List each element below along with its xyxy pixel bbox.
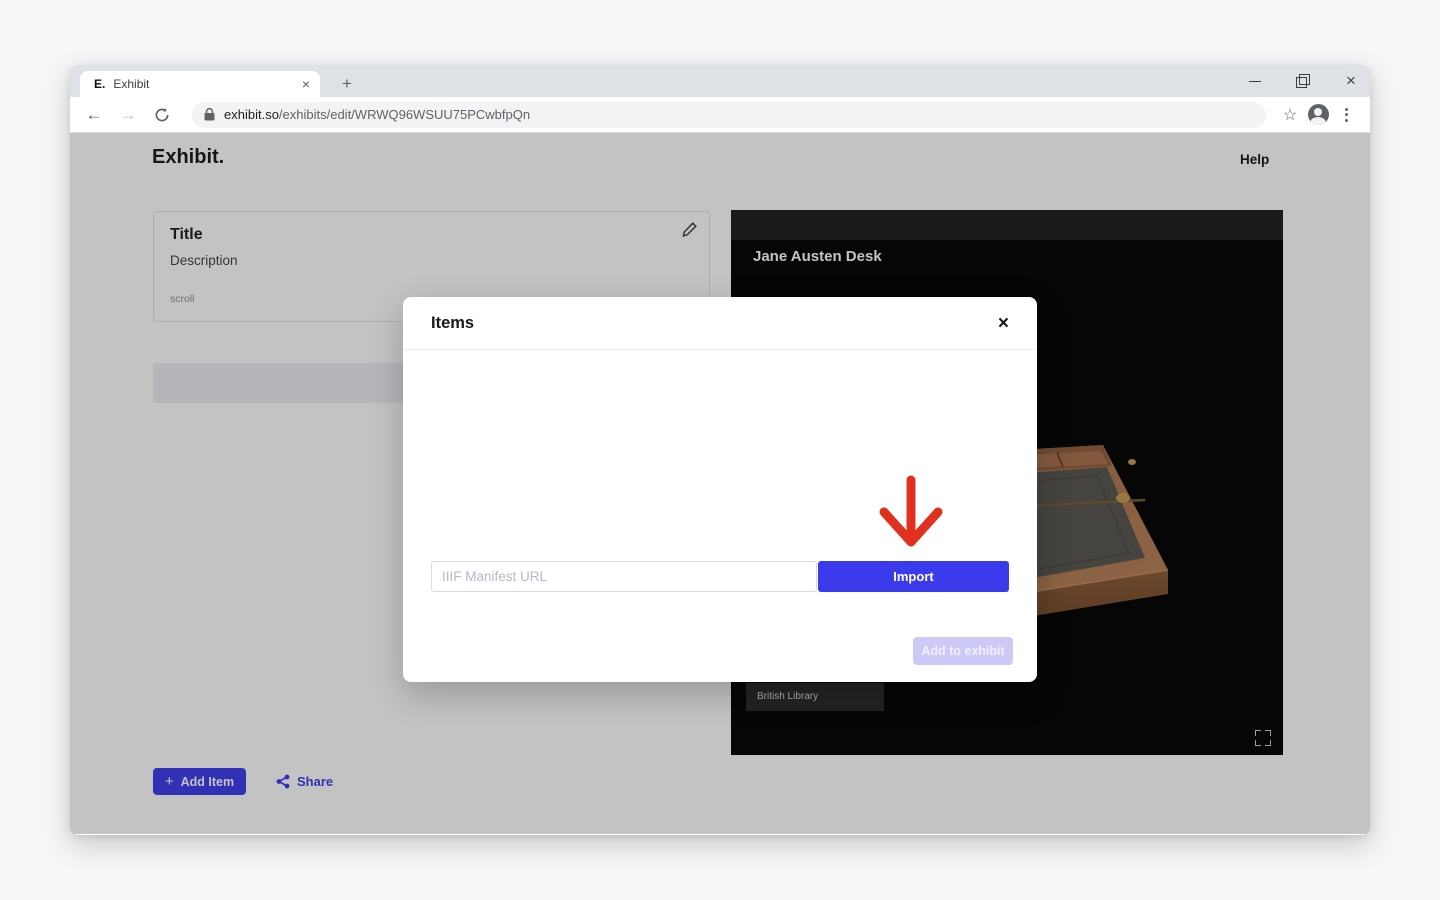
url-text: exhibit.so/exhibits/edit/WRWQ96WSUU75PCw…	[224, 107, 530, 122]
new-tab-button[interactable]: +	[336, 73, 358, 95]
items-modal: Items × Import Add to exhibit	[403, 297, 1037, 682]
address-bar[interactable]: exhibit.so/exhibits/edit/WRWQ96WSUU75PCw…	[192, 102, 1266, 128]
profile-avatar-icon[interactable]	[1304, 101, 1332, 129]
window-controls: ×	[1248, 65, 1358, 97]
tab-strip: E. Exhibit × + ×	[70, 65, 1370, 97]
url-domain: exhibit.so	[224, 107, 279, 122]
items-modal-title: Items	[431, 314, 474, 333]
modal-close-icon[interactable]: ×	[998, 314, 1009, 333]
forward-icon: →	[114, 101, 142, 129]
import-button[interactable]: Import	[818, 561, 1009, 592]
browser-window: E. Exhibit × + × ← → exhibit.so/exhibits…	[70, 65, 1370, 835]
red-arrow-annotation	[871, 475, 951, 555]
exhibit-editor-page: Exhibit. Help Title Description scroll	[70, 133, 1370, 834]
lock-icon	[204, 108, 215, 121]
reload-icon[interactable]	[148, 101, 176, 129]
overflow-menu-icon[interactable]	[1332, 101, 1360, 129]
window-close-button[interactable]: ×	[1344, 74, 1358, 88]
iiif-manifest-url-input[interactable]	[431, 561, 817, 592]
browser-toolbar: ← → exhibit.so/exhibits/edit/WRWQ96WSUU7…	[70, 97, 1370, 133]
browser-tab-exhibit[interactable]: E. Exhibit ×	[80, 71, 320, 97]
bookmark-star-icon[interactable]: ☆	[1276, 101, 1304, 129]
url-path: /exhibits/edit/WRWQ96WSUU75PCwbfpQn	[279, 107, 530, 122]
items-modal-header: Items ×	[403, 297, 1037, 350]
back-icon[interactable]: ←	[80, 101, 108, 129]
add-to-exhibit-button[interactable]: Add to exhibit	[913, 637, 1013, 665]
window-restore-button[interactable]	[1296, 74, 1310, 88]
favicon-logo-icon: E.	[94, 77, 105, 91]
window-minimize-button[interactable]	[1248, 74, 1262, 88]
tab-title: Exhibit	[113, 77, 299, 91]
tab-close-icon[interactable]: ×	[300, 77, 312, 91]
